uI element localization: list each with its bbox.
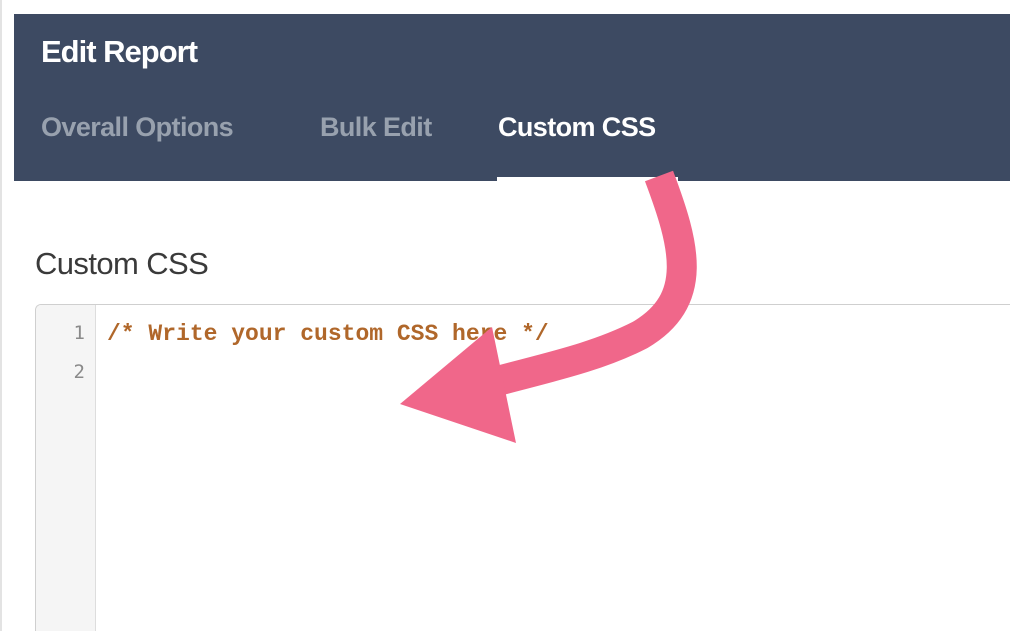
- page-title: Edit Report: [41, 34, 198, 69]
- line-number: 1: [73, 322, 85, 344]
- line-number: 2: [73, 361, 85, 383]
- line-number-gutter: 1 2: [36, 305, 96, 631]
- tab-overall-options[interactable]: Overall Options: [41, 112, 234, 143]
- active-tab-indicator: [497, 177, 678, 181]
- css-code-editor[interactable]: 1 2 /* Write your custom CSS here */: [35, 304, 1010, 631]
- code-line-comment: /* Write your custom CSS here */: [107, 321, 549, 347]
- left-border: [0, 0, 2, 631]
- tab-custom-css[interactable]: Custom CSS: [498, 112, 656, 143]
- edit-report-header: Edit Report Overall Options Bulk Edit Cu…: [14, 14, 1010, 181]
- tab-bulk-edit[interactable]: Bulk Edit: [320, 112, 432, 143]
- section-title: Custom CSS: [35, 246, 209, 281]
- tab-bar: Overall Options Bulk Edit Custom CSS: [14, 112, 1010, 181]
